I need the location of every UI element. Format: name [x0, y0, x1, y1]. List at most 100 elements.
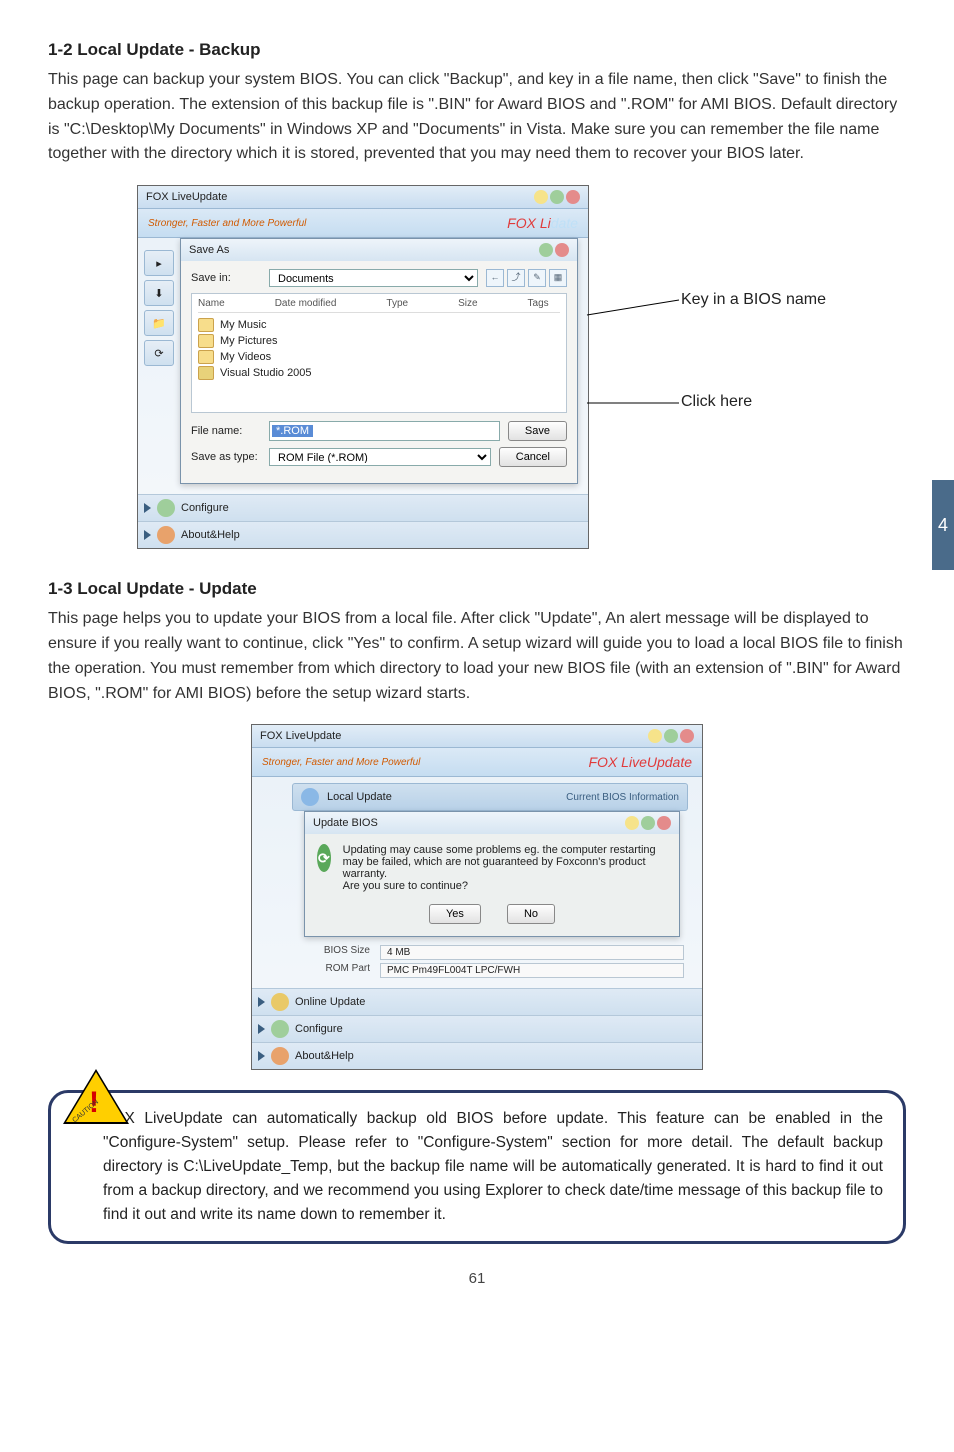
left-icon-strip: ▸ ⬇ 📁 ⟳ [144, 250, 176, 366]
no-button[interactable]: No [507, 904, 555, 924]
folder-icon [198, 350, 214, 364]
list-item[interactable]: My Videos [198, 349, 560, 365]
section-2-title: 1-3 Local Update - Update [48, 579, 906, 599]
chevron-right-icon [258, 997, 265, 1007]
saveastype-label: Save as type: [191, 451, 261, 463]
section-1-title: 1-2 Local Update - Backup [48, 40, 906, 60]
app-titlebar: FOX LiveUpdate [138, 186, 588, 209]
minimize-icon[interactable] [625, 816, 639, 830]
local-update-label: Local Update [327, 791, 392, 803]
filename-input[interactable]: *.ROM [269, 421, 500, 441]
help-icon[interactable] [539, 243, 553, 257]
minimize-icon[interactable] [648, 729, 662, 743]
save-as-titlebar: Save As [181, 239, 577, 261]
info-value: 4 MB [380, 945, 684, 960]
nav-about[interactable]: About&Help [138, 521, 588, 548]
local-update-row[interactable]: Local Update Current BIOS Information [292, 783, 688, 811]
list-item[interactable]: Visual Studio 2005 [198, 365, 560, 381]
strip-icon-1[interactable]: ▸ [144, 250, 174, 276]
nav-label: Online Update [295, 996, 365, 1008]
brand-text: FOX Lidate [507, 215, 578, 231]
screenshot-2: FOX LiveUpdate Stronger, Faster and More… [251, 724, 703, 1070]
folder-icon [198, 318, 214, 332]
help-icon [271, 1047, 289, 1065]
save-in-dropdown[interactable]: Documents [269, 269, 478, 287]
close-icon[interactable] [680, 729, 694, 743]
chevron-right-icon [258, 1051, 265, 1061]
list-item[interactable]: My Music [198, 317, 560, 333]
file-list[interactable]: Name Date modified Type Size Tags My Mus… [191, 293, 567, 413]
folder-icon [198, 334, 214, 348]
list-item[interactable]: My Pictures [198, 333, 560, 349]
section-1-text: This page can backup your system BIOS. Y… [48, 68, 906, 167]
page-number: 61 [48, 1270, 906, 1287]
nav-configure[interactable]: Configure [252, 1015, 702, 1042]
tagline-row: Stronger, Faster and More Powerful FOX L… [138, 209, 588, 238]
brand-text: FOX LiveUpdate [589, 754, 693, 770]
refresh-icon: ⟳ [317, 844, 331, 872]
folder-icon [198, 366, 214, 380]
update-bios-dialog: Update BIOS ⟳ Updating may cause some pr… [304, 811, 680, 937]
toolbar-icons: ← ⤴ ✎ ▦ [486, 269, 567, 287]
caution-text: FOX LiveUpdate can automatically backup … [48, 1090, 906, 1244]
minimize-icon[interactable] [534, 190, 548, 204]
info-label: ROM Part [308, 963, 370, 978]
chevron-right-icon [258, 1024, 265, 1034]
bios-info-grid: BIOS Size 4 MB ROM Part PMC Pm49FL004T L… [308, 945, 684, 978]
disk-icon [301, 788, 319, 806]
close-icon[interactable] [566, 190, 580, 204]
update-warning-text: Updating may cause some problems eg. the… [343, 844, 667, 892]
strip-icon-3[interactable]: 📁 [144, 310, 174, 336]
nav-label: Configure [181, 502, 229, 514]
caution-callout: ! CAUTION FOX LiveUpdate can automatical… [48, 1090, 906, 1244]
tagline-text: Stronger, Faster and More Powerful [148, 218, 306, 229]
maximize-icon[interactable] [641, 816, 655, 830]
gear-icon [157, 499, 175, 517]
close-icon[interactable] [657, 816, 671, 830]
chevron-right-icon [144, 530, 151, 540]
annotation-click-here: Click here [681, 393, 752, 411]
app-title: FOX LiveUpdate [146, 191, 227, 203]
screenshot-1-container: FOX LiveUpdate Stronger, Faster and More… [117, 185, 837, 549]
new-folder-icon[interactable]: ✎ [528, 269, 546, 287]
chevron-right-icon [144, 503, 151, 513]
filename-label: File name: [191, 425, 261, 437]
strip-icon-2[interactable]: ⬇ [144, 280, 174, 306]
file-list-headers: Name Date modified Type Size Tags [198, 298, 560, 313]
annotation-key-in: Key in a BIOS name [681, 291, 826, 309]
gear-icon [271, 1020, 289, 1038]
save-button[interactable]: Save [508, 421, 567, 441]
info-value: PMC Pm49FL004T LPC/FWH [380, 963, 684, 978]
filename-value: *.ROM [272, 425, 313, 437]
saveastype-dropdown[interactable]: ROM File (*.ROM) [269, 448, 491, 466]
current-bios-label: Current BIOS Information [566, 792, 679, 803]
caution-triangle-icon: ! CAUTION [66, 1072, 118, 1118]
nav-about[interactable]: About&Help [252, 1042, 702, 1069]
nav-configure[interactable]: Configure [138, 494, 588, 521]
globe-icon [271, 993, 289, 1011]
back-icon[interactable]: ← [486, 269, 504, 287]
nav-label: About&Help [295, 1050, 354, 1062]
close-icon[interactable] [555, 243, 569, 257]
views-icon[interactable]: ▦ [549, 269, 567, 287]
app-title: FOX LiveUpdate [260, 730, 341, 742]
tagline-text: Stronger, Faster and More Powerful [262, 757, 420, 768]
save-as-title-text: Save As [189, 244, 229, 256]
save-in-label: Save in: [191, 272, 261, 284]
nav-online-update[interactable]: Online Update [252, 988, 702, 1015]
section-2-text: This page helps you to update your BIOS … [48, 607, 906, 706]
maximize-icon[interactable] [550, 190, 564, 204]
help-icon [157, 526, 175, 544]
info-label: BIOS Size [308, 945, 370, 960]
update-bios-title: Update BIOS [313, 817, 378, 829]
yes-button[interactable]: Yes [429, 904, 481, 924]
up-icon[interactable]: ⤴ [507, 269, 525, 287]
cancel-button[interactable]: Cancel [499, 447, 567, 467]
nav-label: Configure [295, 1023, 343, 1035]
save-as-dialog: Save As Save in: Documents ← ⤴ [180, 238, 578, 484]
strip-icon-4[interactable]: ⟳ [144, 340, 174, 366]
app-titlebar: FOX LiveUpdate [252, 725, 702, 748]
window-controls [534, 190, 580, 204]
nav-label: About&Help [181, 529, 240, 541]
maximize-icon[interactable] [664, 729, 678, 743]
